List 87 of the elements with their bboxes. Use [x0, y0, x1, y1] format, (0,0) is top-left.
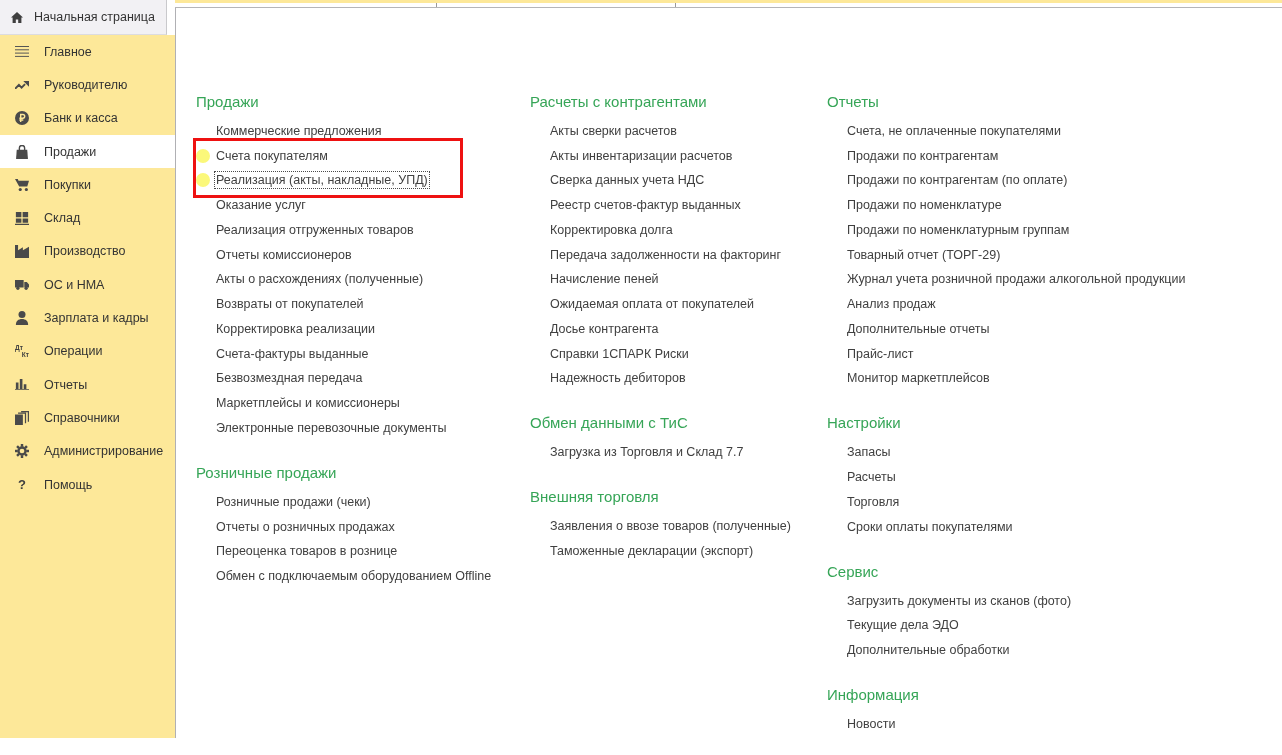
- section-heading: Отчеты: [827, 92, 879, 112]
- menu-link[interactable]: Продажи по номенклатуре: [845, 196, 1004, 215]
- sidebar-item[interactable]: Покупки: [0, 168, 175, 202]
- menu-link[interactable]: Реализация (акты, накладные, УПД): [214, 171, 430, 190]
- section-heading: Сервис: [827, 561, 879, 582]
- section-heading: Внешняя торговля: [530, 487, 659, 508]
- menu-link[interactable]: Прайс-лист: [845, 344, 916, 363]
- gear-icon: [15, 444, 29, 459]
- section-heading: Настройки: [827, 413, 901, 434]
- menu-link[interactable]: Переоценка товаров в рознице: [214, 542, 400, 561]
- menu-link[interactable]: Корректировка долга: [548, 220, 675, 239]
- menu-link[interactable]: Корректировка реализации: [214, 319, 378, 338]
- ruble-coin-icon: [15, 111, 29, 126]
- section-heading: Расчеты с контрагентами: [530, 92, 707, 112]
- sidebar-item[interactable]: Банк и касса: [0, 101, 175, 135]
- menu-link[interactable]: Товарный отчет (ТОРГ-29): [845, 245, 1003, 264]
- menu-link[interactable]: Счета-фактуры выданные: [214, 344, 371, 363]
- sidebar-item[interactable]: Производство: [0, 234, 175, 269]
- menu-link[interactable]: Таможенные декларации (экспорт): [548, 542, 756, 561]
- section-heading: Розничные продажи: [196, 462, 337, 483]
- sidebar-item[interactable]: Руководителю: [0, 68, 175, 102]
- home-tab[interactable]: Начальная страница: [0, 0, 167, 35]
- shopping-bag-icon: [15, 144, 29, 159]
- menu-link[interactable]: Коммерческие предложения: [214, 121, 384, 140]
- question-mark-icon: ?: [15, 477, 29, 492]
- menu-link[interactable]: Заявления о ввозе товаров (полученные): [548, 517, 793, 536]
- menu-link[interactable]: Обмен с подключаемым оборудованием Offline: [214, 567, 494, 586]
- menu-link[interactable]: Надежность дебиторов: [548, 369, 688, 388]
- menu-link[interactable]: Реализация отгруженных товаров: [214, 220, 416, 239]
- menu-link[interactable]: Продажи по контрагентам (по оплате): [845, 171, 1070, 190]
- sidebar-item[interactable]: ? Помощь: [0, 467, 175, 502]
- menu-link[interactable]: Отчеты комиссионеров: [214, 245, 354, 264]
- grid-icon: [15, 211, 29, 225]
- menu-link[interactable]: Продажи по номенклатурным группам: [845, 220, 1072, 239]
- menu-link[interactable]: Ожидаемая оплата от покупателей: [548, 295, 756, 314]
- menu-link[interactable]: Оказание услуг: [214, 196, 308, 215]
- menu-icon: [15, 46, 29, 58]
- sidebar-item[interactable]: Продажи: [0, 134, 175, 169]
- menu-link[interactable]: Продажи по контрагентам: [845, 146, 1001, 165]
- menu-link[interactable]: Маркетплейсы и комиссионеры: [214, 394, 402, 413]
- menu-link[interactable]: Сроки оплаты покупателями: [845, 517, 1015, 536]
- menu-link[interactable]: Новости: [845, 715, 898, 734]
- menu-link[interactable]: Возвраты от покупателей: [214, 295, 366, 314]
- menu-link[interactable]: Акты сверки расчетов: [548, 121, 679, 140]
- menu-link[interactable]: Журнал учета розничной продажи алкогольной продукции: [845, 270, 1188, 289]
- sidebar-item[interactable]: Главное: [0, 35, 175, 69]
- section-heading: Обмен данными с ТиС: [530, 413, 688, 434]
- menu-link[interactable]: Акты о расхождениях (полученные): [214, 270, 426, 289]
- menu-link[interactable]: Начисление пеней: [548, 270, 661, 289]
- menu-link[interactable]: Торговля: [845, 492, 902, 511]
- sidebar-item[interactable]: Справочники: [0, 401, 175, 435]
- menu-link[interactable]: Монитор маркетплейсов: [845, 369, 992, 388]
- menu-link[interactable]: Запасы: [845, 443, 893, 462]
- section-heading: Информация: [827, 685, 919, 706]
- menu-link[interactable]: Безвозмездная передача: [214, 369, 365, 388]
- menu-link[interactable]: Акты инвентаризации расчетов: [548, 146, 735, 165]
- menu-link[interactable]: Счета покупателям: [214, 146, 330, 165]
- cart-icon: [15, 178, 29, 191]
- menu-link[interactable]: Загрузка из Торговля и Склад 7.7: [548, 443, 746, 462]
- section-heading: Продажи: [196, 92, 259, 112]
- sidebar-item[interactable]: Администрирование: [0, 434, 175, 468]
- sidebar-item[interactable]: ОС и НМА: [0, 268, 175, 302]
- menu-link[interactable]: Дополнительные обработки: [845, 641, 1012, 660]
- trend-arrow-icon: [15, 80, 29, 90]
- truck-icon: [15, 279, 29, 290]
- menu-link[interactable]: Розничные продажи (чеки): [214, 492, 373, 511]
- menu-link[interactable]: Загрузить документы из сканов (фото): [845, 591, 1074, 610]
- bar-chart-icon: [15, 378, 29, 391]
- menu-link[interactable]: Текущие дела ЭДО: [845, 616, 961, 635]
- sidebar-item[interactable]: Зарплата и кадры: [0, 301, 175, 335]
- menu-link[interactable]: Сверка данных учета НДС: [548, 171, 707, 190]
- menu-link[interactable]: Передача задолженности на факторинг: [548, 245, 784, 264]
- menu-link[interactable]: Реестр счетов-фактур выданных: [548, 196, 743, 215]
- menu-link[interactable]: Расчеты: [845, 468, 898, 487]
- factory-icon: [15, 244, 29, 258]
- sidebar-item[interactable]: Отчеты: [0, 367, 175, 402]
- menu-link[interactable]: Досье контрагента: [548, 319, 661, 338]
- person-icon: [15, 311, 29, 325]
- menu-link[interactable]: Отчеты о розничных продажах: [214, 517, 397, 536]
- home-icon: [11, 11, 23, 23]
- menu-link[interactable]: Счета, не оплаченные покупателями: [845, 121, 1063, 140]
- menu-link[interactable]: Справки 1СПАРК Риски: [548, 344, 691, 363]
- menu-link[interactable]: Анализ продаж: [845, 295, 938, 314]
- sidebar-item[interactable]: Склад: [0, 201, 175, 235]
- menu-link[interactable]: Дополнительные отчеты: [845, 319, 992, 338]
- menu-link[interactable]: Электронные перевозочные документы: [214, 418, 449, 437]
- documents-icon: [15, 410, 29, 425]
